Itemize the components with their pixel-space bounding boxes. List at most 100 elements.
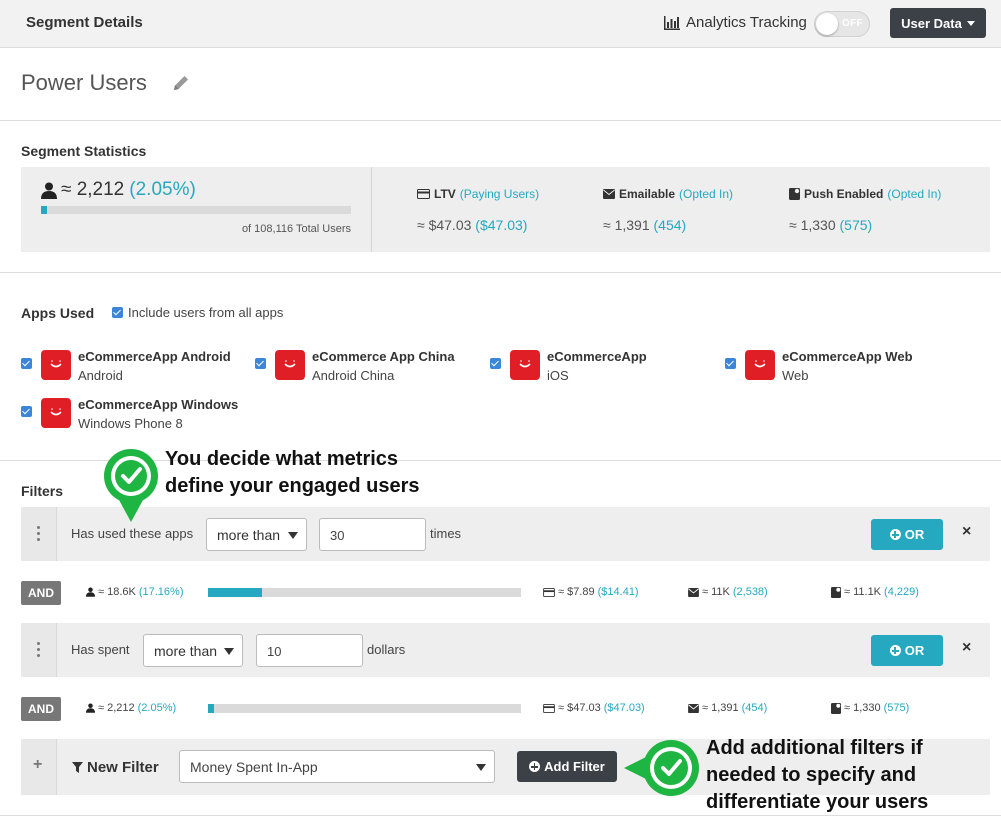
ltv-stat-label: LTV (Paying Users): [417, 187, 539, 201]
and-ltv-stat: ≈ $7.89 ($14.41): [543, 586, 639, 598]
include-all-label: Include users from all apps: [128, 305, 284, 320]
app-checkbox[interactable]: [725, 358, 736, 369]
envelope-icon: [603, 189, 615, 199]
callout-top-line1: You decide what metrics: [165, 448, 399, 470]
remove-filter-close-icon[interactable]: ×: [962, 523, 971, 541]
operator-value: more than: [154, 643, 218, 659]
toggle-knob: [816, 13, 838, 35]
app-icon: [275, 350, 305, 380]
and-push-stat: ≈ 1,330 (575): [831, 702, 909, 714]
app-icon: [510, 350, 540, 380]
callout-top-line2: define your engaged users: [165, 475, 420, 497]
analytics-tracking: Analytics Tracking: [664, 14, 807, 31]
and-users-pct: (17.16%): [138, 586, 184, 598]
total-users: of 108,116 Total Users: [241, 223, 351, 235]
funnel-icon: [72, 762, 83, 773]
users-progress-bar: [41, 206, 351, 214]
app-icon: [41, 350, 71, 380]
bar-chart-icon: [664, 15, 680, 30]
and-push-value: ≈ 11.1K: [844, 586, 882, 598]
app-platform: Android: [78, 368, 123, 383]
and-users-value: ≈ 18.6K: [98, 586, 136, 598]
emailable-label: Emailable: [619, 187, 676, 201]
push-sub: (Opted In): [887, 187, 942, 201]
and-email-stat: ≈ 11K (2,538): [688, 586, 768, 598]
smile-icon: [519, 360, 531, 368]
users-stat: ≈ 2,212 (2.05%): [41, 179, 196, 201]
new-filter-select[interactable]: Money Spent In-App: [179, 750, 495, 783]
drag-dots-icon: [37, 526, 40, 544]
app-name: eCommerceApp Windows: [78, 397, 239, 412]
user-data-label: User Data: [901, 15, 962, 31]
stats-divider: [371, 167, 372, 252]
and-ltv-paying: ($14.41): [597, 586, 639, 598]
app-checkbox[interactable]: [21, 358, 32, 369]
and-users-fill: [208, 588, 262, 597]
smile-icon: [284, 360, 296, 368]
callout-bottom: Add additional filters if needed to spec…: [706, 735, 928, 816]
user-data-button[interactable]: User Data: [890, 8, 986, 38]
unit-label: times: [430, 526, 462, 541]
app-checkbox[interactable]: [255, 358, 266, 369]
unit-label: dollars: [367, 642, 406, 657]
smile-icon: [50, 408, 62, 416]
app-platform: Windows Phone 8: [78, 416, 183, 431]
include-all-apps[interactable]: Include users from all apps: [112, 305, 283, 320]
value-input[interactable]: 30: [319, 518, 426, 551]
drag-handle[interactable]: [21, 507, 57, 561]
or-button[interactable]: OR: [871, 519, 943, 550]
segment-statistics-box: ≈ 2,212 (2.05%) of 108,116 Total Users L…: [21, 167, 990, 252]
divider: [0, 120, 1001, 121]
and-ltv-value: ≈ $7.89: [558, 586, 595, 598]
and-ltv-paying: ($47.03): [603, 702, 645, 714]
operator-value: more than: [217, 527, 281, 543]
ltv-value: ≈ $47.03: [417, 217, 472, 233]
drag-handle[interactable]: [21, 623, 57, 677]
segment-statistics-title: Segment Statistics: [21, 143, 147, 159]
emailable-value: ≈ 1,391: [603, 217, 650, 233]
segment-name: Power Users: [21, 70, 147, 95]
value-text: 30: [330, 528, 345, 543]
and-badge: AND: [21, 697, 61, 721]
push-stat-label: Push Enabled (Opted In): [789, 187, 941, 201]
plus-icon: +: [33, 756, 43, 773]
push-notification-icon: [831, 586, 841, 598]
smile-icon: [754, 360, 766, 368]
and-email-stat: ≈ 1,391 (454): [688, 702, 767, 714]
checkmark-badge-icon: [624, 740, 699, 796]
filter-label: Has spent: [71, 642, 130, 657]
app-name: eCommerce App China: [312, 349, 455, 364]
push-notification-icon: [831, 702, 841, 714]
push-value: ≈ 1,330: [789, 217, 836, 233]
add-filter-label: Add Filter: [544, 759, 605, 774]
app-checkbox[interactable]: [21, 406, 32, 417]
callout-bottom-line1: Add additional filters if: [706, 737, 923, 759]
app-name: eCommerceApp: [547, 349, 647, 364]
callout-top: You decide what metrics define your enga…: [165, 446, 420, 500]
and-users-fill: [208, 704, 215, 713]
ltv-value-line: ≈ $47.03 ($47.03): [417, 217, 527, 233]
pencil-icon[interactable]: [172, 74, 190, 92]
include-all-checkbox[interactable]: [112, 307, 123, 318]
operator-select[interactable]: more than: [143, 634, 243, 667]
or-label: OR: [904, 527, 925, 542]
add-filter-button[interactable]: Add Filter: [517, 751, 617, 782]
and-push-stat: ≈ 11.1K (4,229): [831, 586, 919, 598]
app-checkbox[interactable]: [490, 358, 501, 369]
dropdown-arrow-icon: [224, 648, 234, 655]
dropdown-arrow-icon: [476, 764, 486, 771]
and-users-stat: ≈ 18.6K (17.16%): [86, 586, 183, 598]
filter-row: Has spent more than 10 dollars OR ×: [21, 623, 990, 677]
or-button[interactable]: OR: [871, 635, 943, 666]
remove-filter-close-icon[interactable]: ×: [962, 639, 971, 657]
analytics-tracking-toggle[interactable]: OFF: [814, 11, 870, 37]
drag-dots-icon: [37, 642, 40, 660]
push-value-line: ≈ 1,330 (575): [789, 217, 872, 233]
app-platform: Android China: [312, 368, 395, 383]
add-handle[interactable]: +: [21, 739, 57, 795]
ltv-label: LTV: [434, 187, 456, 201]
and-users-pct: (2.05%): [137, 702, 177, 714]
user-icon: [86, 587, 95, 597]
operator-select[interactable]: more than: [206, 518, 307, 551]
value-input[interactable]: 10: [256, 634, 363, 667]
